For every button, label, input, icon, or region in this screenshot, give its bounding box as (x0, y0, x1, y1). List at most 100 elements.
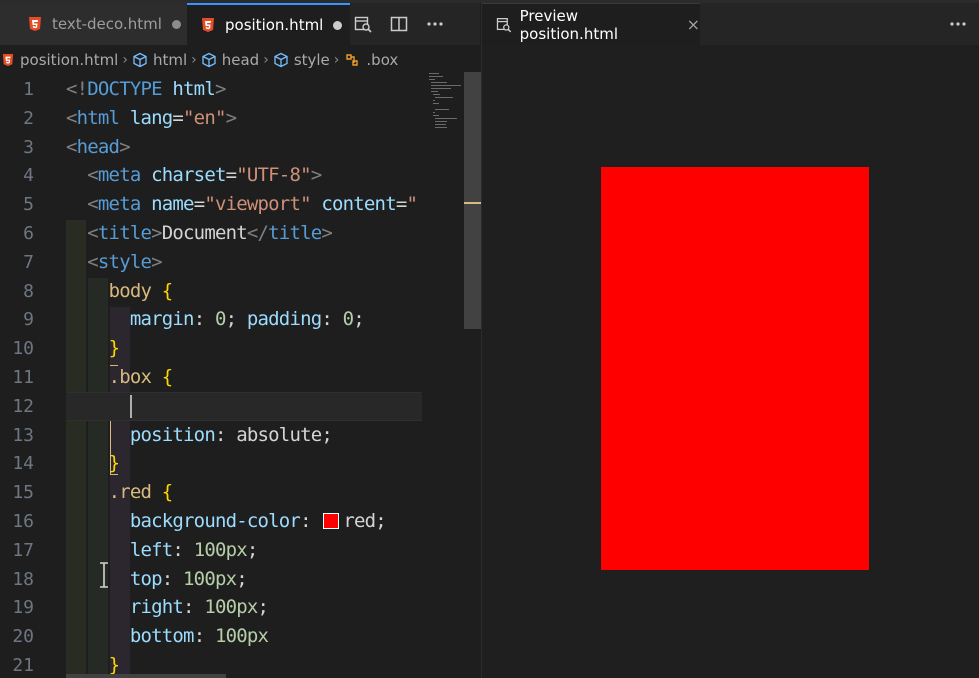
unsaved-dot-icon[interactable] (171, 19, 181, 29)
line-number: 10 (12, 338, 34, 359)
code-token: right (129, 596, 184, 618)
code-token: < (87, 222, 98, 244)
line-number: 5 (23, 194, 34, 215)
code-token: : (183, 596, 205, 618)
code-token: bottom (129, 625, 195, 647)
code-token: : (321, 308, 343, 330)
code-line[interactable]: 3 <head> (0, 133, 480, 162)
unsaved-dot-icon[interactable] (333, 20, 343, 30)
tab-preview[interactable]: Preview position.html × (482, 3, 700, 45)
code-token: position (129, 424, 216, 446)
code-token: 100px (204, 596, 258, 618)
scrollbar-cursor-marker (464, 202, 481, 204)
code-line[interactable]: 9 margin: 0; padding: 0; (0, 305, 480, 334)
code-text: left: 100px; (66, 536, 258, 565)
open-preview-icon[interactable] (352, 13, 374, 35)
breadcrumb-item-file[interactable]: position.html (20, 51, 118, 69)
code-token: 100px (214, 625, 269, 647)
chevron-right-icon: › (122, 52, 128, 68)
split-editor-icon[interactable] (388, 13, 410, 35)
more-actions-icon[interactable] (949, 3, 967, 45)
horizontal-scrollbar-thumb[interactable] (66, 674, 226, 678)
code-token: < (87, 251, 98, 273)
code-token: </ (246, 222, 269, 244)
color-swatch-icon[interactable] (323, 513, 340, 529)
line-number: 8 (23, 281, 34, 302)
code-token: > (151, 251, 162, 273)
code-token: ; (225, 308, 247, 330)
code-line[interactable]: 2 <html lang="en"> (0, 104, 480, 133)
code-token: name (151, 193, 194, 215)
line-number: 18 (12, 569, 34, 590)
code-text: background-color: red; (66, 507, 387, 536)
code-token: background-color (129, 510, 301, 532)
code-line[interactable]: 7 <style> (0, 248, 480, 277)
code-line[interactable]: 13 position: absolute; (0, 421, 480, 450)
code-token: lang (129, 107, 173, 129)
code-line[interactable]: 6 <title>Document</title> (0, 219, 480, 248)
code-text: body { (66, 277, 174, 306)
code-token: : (193, 625, 215, 647)
code-line[interactable]: 11 .box { (0, 363, 480, 392)
tab-text-deco[interactable]: text-deco.html (0, 3, 187, 45)
close-icon[interactable]: × (687, 15, 700, 34)
code-text: <style> (66, 248, 162, 277)
code-line[interactable]: 15 .red { (0, 478, 480, 507)
code-line[interactable]: 5 <meta name="viewport" content=" (0, 190, 480, 219)
tab-position[interactable]: position.html (187, 3, 350, 45)
code-text: } (66, 449, 120, 478)
code-text: <meta name="viewport" content=" (66, 190, 418, 219)
line-number: 14 (12, 453, 34, 474)
code-token: head (76, 136, 120, 158)
code-line[interactable]: 10 } (0, 334, 480, 363)
code-line[interactable]: 18 top: 100px; (0, 565, 480, 594)
cube-icon (133, 52, 147, 68)
breadcrumb-item-style[interactable]: style (294, 51, 330, 69)
code-token: } (108, 337, 120, 359)
code-line[interactable]: 14 } (0, 449, 480, 478)
code-token: charset (151, 164, 226, 186)
code-token: : (161, 568, 184, 590)
line-number: 15 (12, 482, 34, 503)
code-line[interactable]: 20 bottom: 100px (0, 622, 480, 651)
code-line[interactable]: 8 body { (0, 277, 480, 306)
code-token: ; (246, 539, 258, 561)
breadcrumb-item-html[interactable]: html (153, 51, 187, 69)
minimap[interactable] (428, 72, 464, 132)
code-line[interactable]: 19 right: 100px; (0, 593, 480, 622)
vertical-scrollbar-thumb[interactable] (464, 72, 481, 329)
code-token: { (161, 366, 173, 388)
code-token: margin (129, 308, 195, 330)
code-line[interactable]: 12 (0, 392, 480, 421)
code-text: <head> (66, 133, 131, 162)
code-text: .red { (66, 478, 174, 507)
more-actions-icon[interactable] (424, 13, 446, 35)
line-number: 21 (12, 655, 34, 676)
breadcrumb-item-head[interactable]: head (222, 51, 259, 69)
code-token: > (225, 107, 237, 129)
breadcrumb-item-box[interactable]: .box (366, 51, 398, 69)
html5-icon (202, 18, 214, 32)
code-line[interactable]: 16 background-color: red; (0, 507, 480, 536)
preview-viewport[interactable] (482, 45, 979, 678)
code-line[interactable]: 17 left: 100px; (0, 536, 480, 565)
html5-icon (29, 17, 41, 31)
code-editor[interactable]: 1 <!DOCTYPE html> 2 <html lang="en"> 3 <head>… (0, 75, 480, 678)
code-line[interactable]: 4 <meta charset="UTF-8"> (0, 161, 480, 190)
code-line[interactable]: 1 <!DOCTYPE html> (0, 75, 480, 104)
code-text: <title>Document</title> (66, 219, 333, 248)
code-token: top (129, 568, 163, 590)
code-token: = (193, 193, 205, 215)
code-token: html (172, 78, 215, 100)
